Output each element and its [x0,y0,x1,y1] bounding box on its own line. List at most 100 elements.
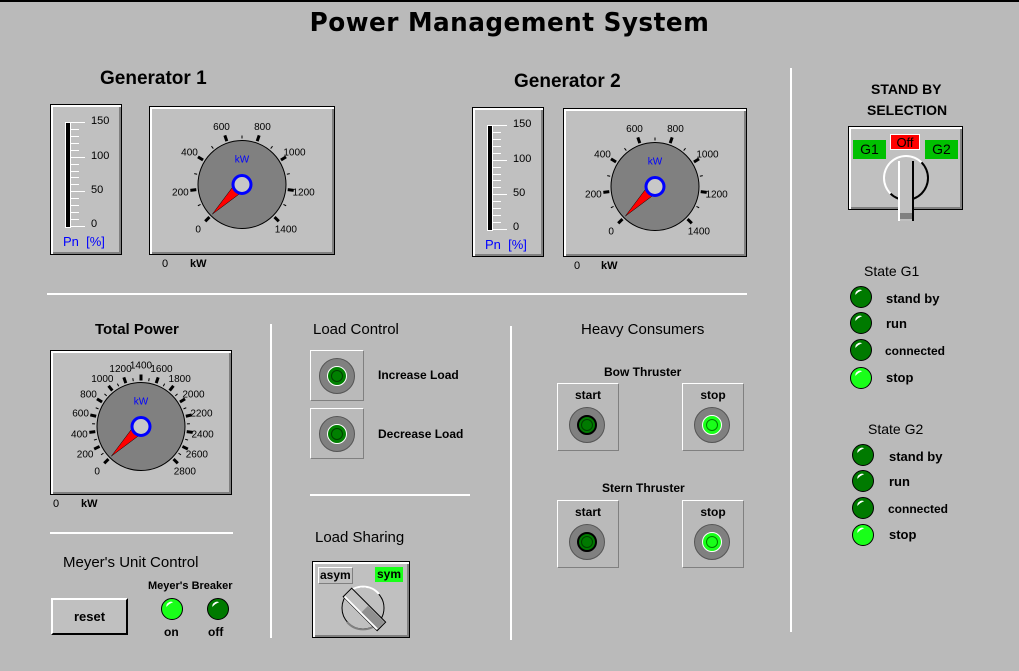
state-g1-stop-led [850,367,872,389]
dial-major-tick [197,155,204,162]
dial-tick-label: 1000 [283,148,306,159]
generator2-readout-value: 0 [574,260,581,272]
dial-tick-label: 800 [254,122,271,133]
dial-tick-label: 800 [80,390,97,401]
load-sharing-switch[interactable]: asym sym [312,561,410,638]
state-g2-connected-led [852,497,874,519]
meyers-title: Meyer's Unit Control [63,554,199,571]
increase-load-button[interactable] [310,350,364,401]
state-g1-run-label: run [886,316,907,331]
selector-handle[interactable] [898,161,914,221]
dial-minor-tick [197,204,201,207]
state-g2-stop-label: stop [889,527,917,542]
dial-tick-label: 400 [181,148,198,159]
bow-thruster-stop-button[interactable]: stop [682,383,744,451]
bar-scale-label: 50 [513,187,526,199]
bar-scale-label: 50 [91,184,104,196]
dial-unit-label: kW [235,155,250,166]
decrease-load-button[interactable] [310,408,364,459]
dial-tick-label: 1000 [91,374,114,385]
start-label: start [574,388,601,402]
dial-tick-label: 2600 [186,449,209,460]
dial-major-tick [89,430,96,434]
dial-major-tick [190,188,197,192]
bar-tick [493,215,501,217]
state-g1-title: State G1 [864,263,920,279]
dial-minor-tick [178,452,182,456]
dial-major-tick [273,215,280,223]
bar-tick [71,163,79,165]
generator1-readout-value: 0 [162,258,169,270]
load-sharing-sym-option[interactable]: sym [375,567,404,582]
divider [310,494,470,496]
bar-tick [71,212,79,214]
dial-minor-tick [624,147,627,151]
dial-minor-tick [95,407,99,410]
dial-hub [130,416,152,437]
dial-tick-label: 1000 [696,150,719,161]
dial-tick-label: 200 [585,189,602,200]
generator1-dial-panel: 0 200 400 600 800 1000 1200 1400 kW [149,106,335,255]
stern-thruster-start-button[interactable]: start [557,500,619,568]
dial-tick-label: 1400 [130,361,153,372]
bar-tick [71,149,79,151]
divider [270,324,272,638]
dial-tick-label: 0 [94,466,100,477]
generator1-power-bar-gauge: 150 100 50 0 Pn [%] [50,104,122,255]
state-g2-run-led [852,470,874,492]
bar-scale-label: 0 [91,218,98,230]
dial-minor-tick [283,204,287,207]
bar-tick [493,222,501,224]
state-g2-standby-label: stand by [889,449,943,464]
dial-major-tick [617,217,624,225]
stern-thruster-stop-button[interactable]: stop [682,500,744,568]
bar-tick [71,156,85,158]
heavy-consumers-title: Heavy Consumers [581,321,705,338]
dial-tick-label: 600 [213,122,230,133]
dial-major-tick [122,376,128,384]
divider [47,293,747,295]
bar-tick [493,208,501,210]
bar-tick [493,152,501,154]
divider [50,532,233,534]
bar-scale-label: 0 [513,221,520,233]
state-g1-connected-label: connected [885,344,946,358]
dial-major-tick [610,157,617,164]
total-power-dial-panel: 0 200 400 600 800 1000 1200 1400 1600 1800 2000 220… [50,350,232,495]
dial-tick-label: 1200 [705,189,728,200]
bar-tick [493,173,501,175]
state-g2-title: State G2 [868,421,924,437]
dial-minor-tick [116,383,120,387]
bar-unit-label: Pn [%] [63,234,105,249]
generator1-title: Generator 1 [100,68,207,89]
dial-major-tick [103,457,110,465]
bar-tick [493,131,501,133]
generator1-readout-unit: kW [190,258,207,270]
standby-option-g1[interactable]: G1 [853,140,886,159]
dial-major-tick [223,134,229,142]
dial-tick-label: 2000 [182,390,205,401]
standby-option-g2[interactable]: G2 [925,140,958,159]
stop-label: stop [700,505,726,519]
load-sharing-asym-option[interactable]: asym [318,567,353,584]
breaker-on-label: on [164,625,179,639]
increase-load-label: Increase Load [378,368,459,382]
total-power-readout-unit: kW [81,498,98,510]
reset-button[interactable]: reset [51,598,128,635]
dial-unit-label: kW [134,397,149,408]
dial-tick-label: 200 [77,449,94,460]
load-sharing-title: Load Sharing [315,529,405,546]
standby-selector-switch[interactable]: G1 Off G2 [848,126,963,221]
bar-tick [493,125,507,126]
state-g1-standby-led [850,286,872,308]
dial-major-tick [89,413,97,418]
bow-thruster-start-button[interactable]: start [557,383,619,451]
bar-tick [493,201,501,203]
dial-tick-label: 400 [71,429,88,440]
dial-tick-label: 1400 [688,226,711,237]
divider [790,68,792,632]
dial-minor-tick [696,206,700,209]
bar-tick [71,198,79,200]
standby-option-off[interactable]: Off [890,134,920,150]
generator2-dial-panel: 0 200 400 600 800 1000 1200 1400 kW [563,108,747,257]
